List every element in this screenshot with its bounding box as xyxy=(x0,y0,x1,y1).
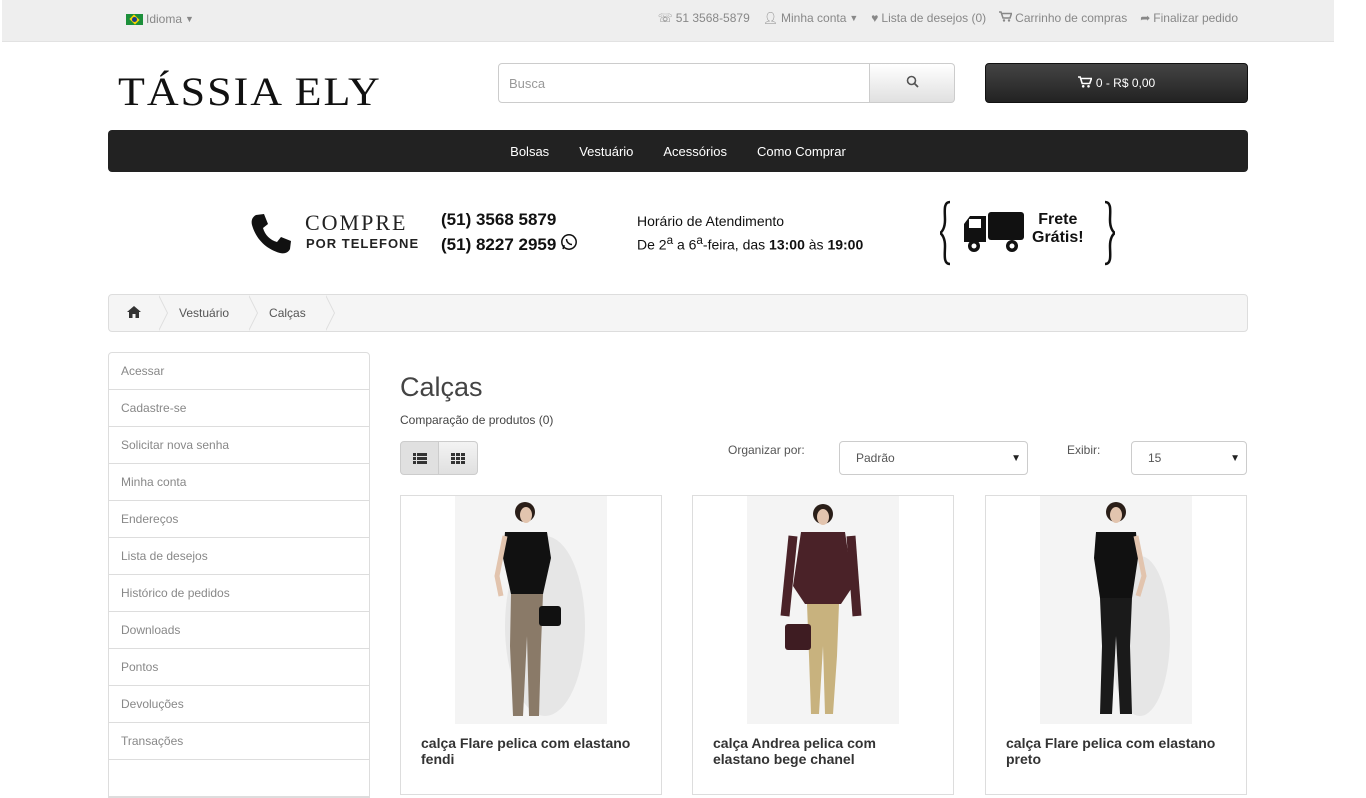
phone-icon: ☏ xyxy=(657,11,673,25)
frete-line-2: Grátis! xyxy=(1032,229,1084,246)
product-name[interactable]: calça Flare pelica com elastano preto xyxy=(1006,735,1226,767)
whatsapp-icon xyxy=(560,233,578,256)
main-menu: Bolsas Vestuário Acessórios Como Comprar xyxy=(108,130,1248,172)
select-arrow-icon: ▼ xyxy=(1011,452,1021,464)
breadcrumb: Vestuário Calças xyxy=(108,294,1248,332)
top-bar: Idioma ▼ ☏ 51 3568-5879 👤︎ Minha conta ▼… xyxy=(2,0,1334,42)
search-button[interactable] xyxy=(870,63,955,103)
breadcrumb-vestuario[interactable]: Vestuário xyxy=(159,295,259,331)
limit-label: Exibir: xyxy=(1067,443,1101,457)
hours-detail: De 2a a 6a-feira, das 13:00 às 19:00 xyxy=(637,234,863,253)
sidebar-item-devolucoes[interactable]: Devoluções xyxy=(109,686,369,723)
shopping-cart-label: Carrinho de compras xyxy=(1015,11,1128,25)
hours-title: Horário de Atendimento xyxy=(637,213,785,229)
top-links: ☏ 51 3568-5879 👤︎ Minha conta ▼ ♥ Lista … xyxy=(658,11,1238,25)
shopping-cart-link[interactable]: Carrinho de compras xyxy=(999,11,1127,25)
banner-phone-1: (51) 3568 5879 xyxy=(441,210,557,229)
account-sidebar: Acessar Cadastre-se Solicitar nova senha… xyxy=(108,352,370,798)
search-input[interactable] xyxy=(498,63,870,103)
limit-select[interactable]: 15 ▼ xyxy=(1131,441,1247,475)
product-image[interactable] xyxy=(455,496,607,724)
list-icon xyxy=(412,452,427,464)
my-account-label: Minha conta xyxy=(781,11,847,25)
cart-button[interactable]: 0 - R$ 0,00 xyxy=(985,63,1248,103)
sidebar-item-transacoes[interactable]: Transações xyxy=(109,723,369,760)
limit-select-value: 15 xyxy=(1148,451,1162,465)
hours-from: 13:00 xyxy=(769,236,805,253)
sort-select[interactable]: Padrão ▼ xyxy=(839,441,1028,475)
phone-handset-icon xyxy=(251,214,291,254)
select-arrow-icon: ▼ xyxy=(1230,452,1240,464)
view-toggle xyxy=(400,441,478,475)
list-view-button[interactable] xyxy=(400,441,439,475)
search-icon xyxy=(906,75,919,91)
free-shipping-text: Frete Grátis! xyxy=(1032,211,1084,247)
product-card: calça Flare pelica com elastano preto xyxy=(985,495,1247,795)
caret-down-icon: ▼ xyxy=(185,14,194,24)
hours-sep: às xyxy=(804,236,828,253)
checkout-label: Finalizar pedido xyxy=(1153,11,1238,25)
sort-label: Organizar por: xyxy=(728,443,805,457)
page-title: Calças xyxy=(400,372,483,402)
free-shipping-truck-icon xyxy=(940,200,1115,266)
breadcrumb-calcas[interactable]: Calças xyxy=(249,295,335,331)
cart-icon xyxy=(1077,75,1093,91)
banner-phone-2-row: (51) 8227 2959 xyxy=(441,233,578,256)
cart-icon xyxy=(999,11,1013,25)
sidebar-item-acessar[interactable]: Acessar xyxy=(109,353,369,390)
product-card: calça Flare pelica com elastano fendi xyxy=(400,495,662,795)
sidebar-item-minha-conta[interactable]: Minha conta xyxy=(109,464,369,501)
compre-subtitle: POR TELEFONE xyxy=(306,236,420,251)
sidebar-item-pontos[interactable]: Pontos xyxy=(109,649,369,686)
language-label: Idioma xyxy=(146,12,183,26)
checkout-link[interactable]: ➦ Finalizar pedido xyxy=(1140,11,1238,25)
product-name[interactable]: calça Andrea pelica com elastano bege ch… xyxy=(713,735,933,767)
store-logo[interactable]: TÁSSIA ELY xyxy=(118,68,382,115)
frete-line-1: Frete xyxy=(1038,211,1078,228)
menu-item-vestuario[interactable]: Vestuário xyxy=(564,144,648,159)
menu-item-bolsas[interactable]: Bolsas xyxy=(495,144,564,159)
brazil-flag-icon xyxy=(126,13,143,25)
product-compare-link[interactable]: Comparação de produtos (0) xyxy=(400,413,553,427)
breadcrumb-home[interactable] xyxy=(109,295,168,331)
cart-total: 0 - R$ 0,00 xyxy=(1095,76,1156,90)
hours-mid-2: -feira, das xyxy=(702,236,770,253)
sort-select-value: Padrão xyxy=(856,451,895,465)
heart-icon: ♥ xyxy=(871,11,879,25)
sidebar-item-historico-de-pedidos[interactable]: Histórico de pedidos xyxy=(109,575,369,612)
hours-to: 19:00 xyxy=(827,236,864,253)
share-arrow-icon: ➦ xyxy=(1140,11,1151,25)
top-phone-link[interactable]: ☏ 51 3568-5879 xyxy=(658,11,750,25)
sidebar-item-enderecos[interactable]: Endereços xyxy=(109,501,369,538)
user-icon: 👤︎ xyxy=(762,11,778,25)
product-card: calça Andrea pelica com elastano bege ch… xyxy=(692,495,954,795)
grid-view-button[interactable] xyxy=(439,441,478,475)
home-icon xyxy=(127,305,141,321)
banner-phone-2: (51) 8227 2959 xyxy=(441,234,557,254)
sidebar-item-lista-de-desejos[interactable]: Lista de desejos xyxy=(109,538,369,575)
sidebar-item-solicitar-nova-senha[interactable]: Solicitar nova senha xyxy=(109,427,369,464)
product-image[interactable] xyxy=(747,496,899,724)
top-phone-label: 51 3568-5879 xyxy=(675,11,750,25)
sidebar-item-cadastre-se[interactable]: Cadastre-se xyxy=(109,390,369,427)
grid-icon xyxy=(451,452,465,464)
caret-down-icon: ▼ xyxy=(849,13,859,23)
search-bar xyxy=(498,63,955,103)
my-account-dropdown[interactable]: 👤︎ Minha conta ▼ xyxy=(763,11,859,25)
info-banner: COMPRE POR TELEFONE (51) 3568 5879 (51) … xyxy=(0,195,1366,275)
product-name[interactable]: calça Flare pelica com elastano fendi xyxy=(421,735,641,767)
language-dropdown[interactable]: Idioma ▼ xyxy=(126,12,194,26)
sidebar-item-downloads[interactable]: Downloads xyxy=(109,612,369,649)
sidebar-item-more[interactable] xyxy=(109,760,369,797)
compre-title: COMPRE xyxy=(305,210,408,235)
hours-mid: a 6 xyxy=(673,236,697,253)
wishlist-link[interactable]: ♥ Lista de desejos (0) xyxy=(871,11,986,25)
menu-item-como-comprar[interactable]: Como Comprar xyxy=(742,144,861,159)
wishlist-label: Lista de desejos (0) xyxy=(881,11,987,25)
menu-item-acessorios[interactable]: Acessórios xyxy=(648,144,742,159)
hours-prefix: De 2 xyxy=(637,236,667,253)
product-image[interactable] xyxy=(1040,496,1192,724)
